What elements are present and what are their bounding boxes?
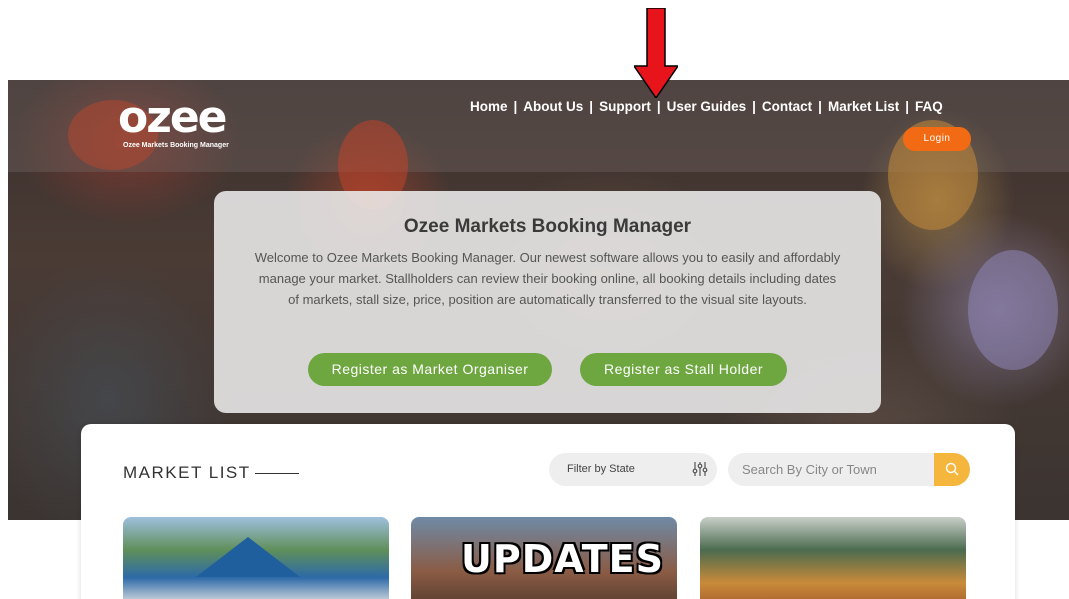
search-icon <box>945 462 959 476</box>
nav-user-guides[interactable]: User Guides <box>667 99 747 119</box>
welcome-card: Ozee Markets Booking Manager Welcome to … <box>214 191 881 413</box>
tent-graphic <box>196 537 300 577</box>
nav-separator: | <box>818 99 822 114</box>
market-card-image[interactable] <box>123 517 389 599</box>
heading-rule <box>255 473 299 474</box>
register-stallholder-button[interactable]: Register as Stall Holder <box>580 353 787 386</box>
ozee-logo[interactable]: ozee Ozee Markets Booking Manager <box>118 94 258 154</box>
market-card-image[interactable]: UPDATES <box>411 517 677 599</box>
welcome-title: Ozee Markets Booking Manager <box>403 216 692 237</box>
logo-wordmark: ozee <box>118 92 228 143</box>
main-nav: Home | About Us | Support | User Guides … <box>470 99 972 119</box>
search-input[interactable] <box>728 453 934 486</box>
lantern-decoration <box>968 250 1058 370</box>
page: ozee Ozee Markets Booking Manager Home |… <box>0 0 1069 599</box>
market-list-heading: MARKET LIST <box>123 463 251 482</box>
search-button[interactable] <box>934 453 970 486</box>
updates-text: UPDATES <box>461 537 664 581</box>
annotation-arrow-icon <box>634 8 678 98</box>
nav-contact[interactable]: Contact <box>762 99 812 119</box>
nav-faq[interactable]: FAQ <box>915 99 943 119</box>
nav-separator: | <box>589 99 594 114</box>
nav-separator: | <box>656 99 661 114</box>
nav-separator: | <box>905 99 910 114</box>
logo-tagline: Ozee Markets Booking Manager <box>123 142 229 149</box>
nav-about-us[interactable]: About Us <box>523 99 583 119</box>
nav-support[interactable]: Support <box>599 99 651 119</box>
nav-separator: | <box>752 99 756 114</box>
filter-by-state-dropdown[interactable]: Filter by State <box>549 453 717 486</box>
welcome-description: Welcome to Ozee Markets Booking Manager.… <box>254 250 841 307</box>
register-organiser-button[interactable]: Register as Market Organiser <box>308 353 552 386</box>
market-card-image[interactable] <box>700 517 966 599</box>
market-list-panel: MARKET LIST Filter by State Search By Ci… <box>81 424 1015 599</box>
nav-home[interactable]: Home <box>470 99 508 119</box>
nav-separator: | <box>513 99 518 114</box>
login-button[interactable]: Login <box>903 127 971 151</box>
filter-label: Filter by State <box>567 463 635 475</box>
nav-market-list[interactable]: Market List <box>828 99 899 119</box>
city-search <box>728 453 970 486</box>
sliders-icon <box>692 462 708 476</box>
